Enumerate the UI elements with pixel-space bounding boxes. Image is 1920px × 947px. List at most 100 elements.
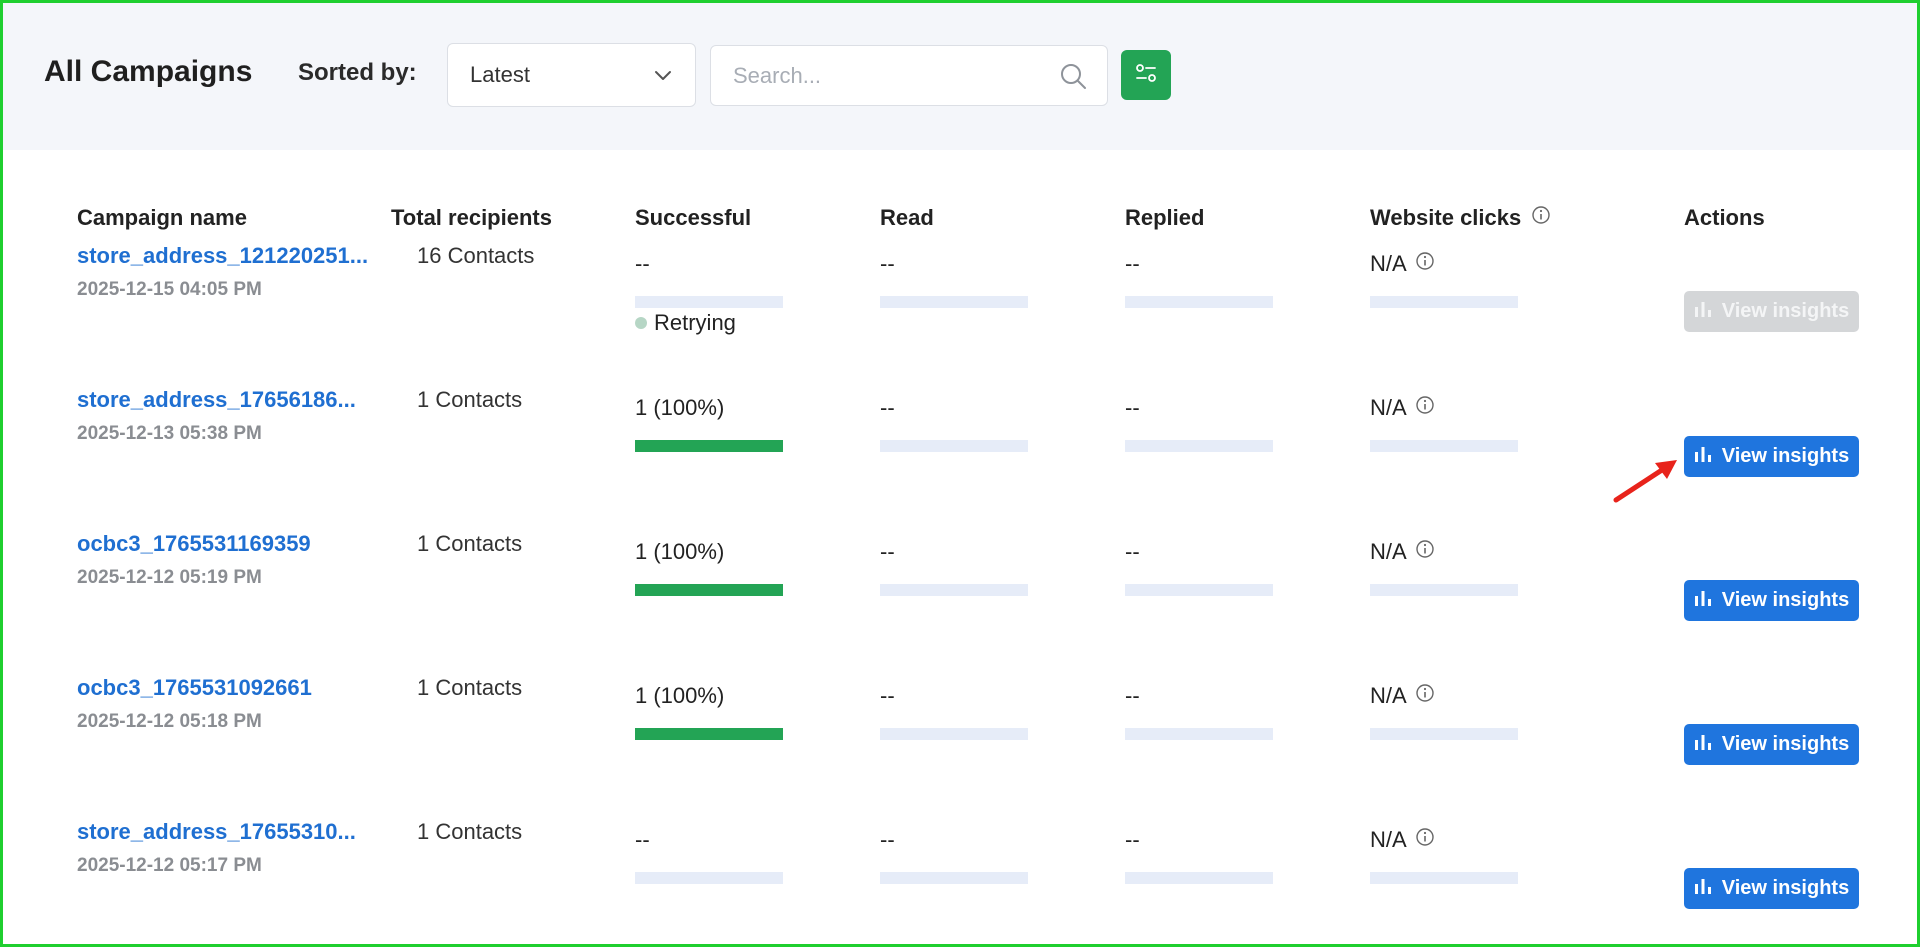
successful-value: 1 (100%) <box>635 395 725 420</box>
website-clicks-progress-bar <box>1370 440 1518 452</box>
campaign-name-link[interactable]: store_address_17655310... <box>77 819 356 845</box>
filter-settings-icon <box>1133 60 1159 91</box>
column-header-label: Campaign name <box>77 205 247 230</box>
campaign-name-link[interactable]: store_address_17656186... <box>77 387 356 413</box>
campaign-name-link[interactable]: store_address_121220251... <box>77 243 368 269</box>
read-value: -- <box>880 683 895 708</box>
info-icon[interactable] <box>1531 205 1551 231</box>
successful-progress-bar <box>635 296 783 308</box>
column-header-label: Actions <box>1684 205 1765 230</box>
successful-progress-bar <box>635 440 783 452</box>
view-insights-button[interactable]: View insights <box>1684 868 1859 909</box>
view-insights-button[interactable]: View insights <box>1684 580 1859 621</box>
recipients-count: 1 Contacts <box>417 819 523 844</box>
info-icon[interactable] <box>1415 827 1435 853</box>
column-header-actions: Actions <box>1684 205 1765 231</box>
search-icon[interactable] <box>1059 62 1087 95</box>
info-icon[interactable] <box>1415 539 1435 565</box>
page-title: All Campaigns <box>44 55 253 88</box>
column-header-read: Read <box>880 205 934 231</box>
read-progress-bar <box>880 440 1028 452</box>
top-bar: All Campaigns Sorted by: Latest <box>3 3 1917 150</box>
replied-progress-bar <box>1125 872 1273 884</box>
campaign-name-link[interactable]: ocbc3_1765531169359 <box>77 531 311 557</box>
bar-chart-icon <box>1694 877 1712 901</box>
app-frame: All Campaigns Sorted by: Latest Search..… <box>0 0 1920 947</box>
progress-fill <box>635 728 783 740</box>
read-value: -- <box>880 395 895 420</box>
website-clicks-cell: N/A <box>1370 395 1435 421</box>
website-clicks-progress-bar <box>1370 728 1518 740</box>
successful-value: 1 (100%) <box>635 539 725 564</box>
recipients-count: 1 Contacts <box>417 387 523 412</box>
website-clicks-value: N/A <box>1370 827 1407 852</box>
replied-progress-bar <box>1125 584 1273 596</box>
replied-progress-bar <box>1125 296 1273 308</box>
website-clicks-progress-bar <box>1370 296 1518 308</box>
status-label: Retrying <box>654 310 736 335</box>
website-clicks-value: N/A <box>1370 683 1407 708</box>
status-dot <box>635 317 647 329</box>
replied-value: -- <box>1125 395 1140 420</box>
successful-progress-bar <box>635 584 783 596</box>
table-row: store_address_17655310... 2025-12-12 05:… <box>3 819 1917 944</box>
website-clicks-cell: N/A <box>1370 251 1435 277</box>
column-header-replied: Replied <box>1125 205 1204 231</box>
website-clicks-value: N/A <box>1370 251 1407 276</box>
replied-value: -- <box>1125 683 1140 708</box>
column-header-total-recipients: Total recipients <box>391 205 552 231</box>
campaign-date: 2025-12-13 05:38 PM <box>77 423 262 444</box>
recipients-count: 1 Contacts <box>417 531 523 556</box>
view-insights-label: View insights <box>1721 733 1850 755</box>
successful-progress-bar <box>635 728 783 740</box>
website-clicks-value: N/A <box>1370 539 1407 564</box>
column-header-label: Total recipients <box>391 205 552 230</box>
column-header-label: Replied <box>1125 205 1205 230</box>
sort-select-value: Latest <box>470 62 530 87</box>
website-clicks-progress-bar <box>1370 872 1518 884</box>
view-insights-label: View insights <box>1721 300 1850 322</box>
recipients-count: 1 Contacts <box>417 675 523 700</box>
campaign-date: 2025-12-12 05:18 PM <box>77 711 262 732</box>
campaign-date: 2025-12-15 04:05 PM <box>77 279 262 300</box>
view-insights-label: View insights <box>1721 877 1850 899</box>
search-input[interactable] <box>733 46 1053 105</box>
read-value: -- <box>880 827 895 852</box>
view-insights-label: View insights <box>1721 445 1850 467</box>
column-header-label: Website clicks <box>1370 205 1522 230</box>
website-clicks-value: N/A <box>1370 395 1407 420</box>
annotation-arrow <box>1611 455 1681 510</box>
info-icon[interactable] <box>1415 683 1435 709</box>
table-row: store_address_121220251... 2025-12-15 04… <box>3 243 1917 387</box>
website-clicks-cell: N/A <box>1370 827 1435 853</box>
recipients-count: 16 Contacts <box>417 243 535 268</box>
search-box <box>710 45 1108 106</box>
sorted-by-label: Sorted by: <box>298 59 417 86</box>
column-header-label: Successful <box>635 205 752 230</box>
chevron-down-icon <box>653 66 673 92</box>
website-clicks-cell: N/A <box>1370 683 1435 709</box>
column-header-successful: Successful <box>635 205 751 231</box>
campaign-date: 2025-12-12 05:19 PM <box>77 567 262 588</box>
view-insights-button[interactable]: View insights <box>1684 436 1859 477</box>
successful-progress-bar <box>635 872 783 884</box>
successful-value: 1 (100%) <box>635 683 725 708</box>
view-insights-button[interactable]: View insights <box>1684 724 1859 765</box>
bar-chart-icon <box>1694 445 1712 469</box>
website-clicks-progress-bar <box>1370 584 1518 596</box>
filter-button[interactable] <box>1121 50 1171 100</box>
read-progress-bar <box>880 296 1028 308</box>
sort-select[interactable]: Latest <box>447 43 696 107</box>
replied-value: -- <box>1125 251 1140 276</box>
info-icon[interactable] <box>1415 395 1435 421</box>
table-row: ocbc3_1765531169359 2025-12-12 05:19 PM … <box>3 531 1917 675</box>
info-icon[interactable] <box>1415 251 1435 277</box>
successful-value: -- <box>635 827 650 852</box>
column-header-campaign-name: Campaign name <box>77 205 247 231</box>
read-progress-bar <box>880 872 1028 884</box>
view-insights-button[interactable]: View insights <box>1684 291 1859 332</box>
campaign-name-link[interactable]: ocbc3_1765531092661 <box>77 675 312 701</box>
replied-progress-bar <box>1125 728 1273 740</box>
read-progress-bar <box>880 728 1028 740</box>
read-progress-bar <box>880 584 1028 596</box>
